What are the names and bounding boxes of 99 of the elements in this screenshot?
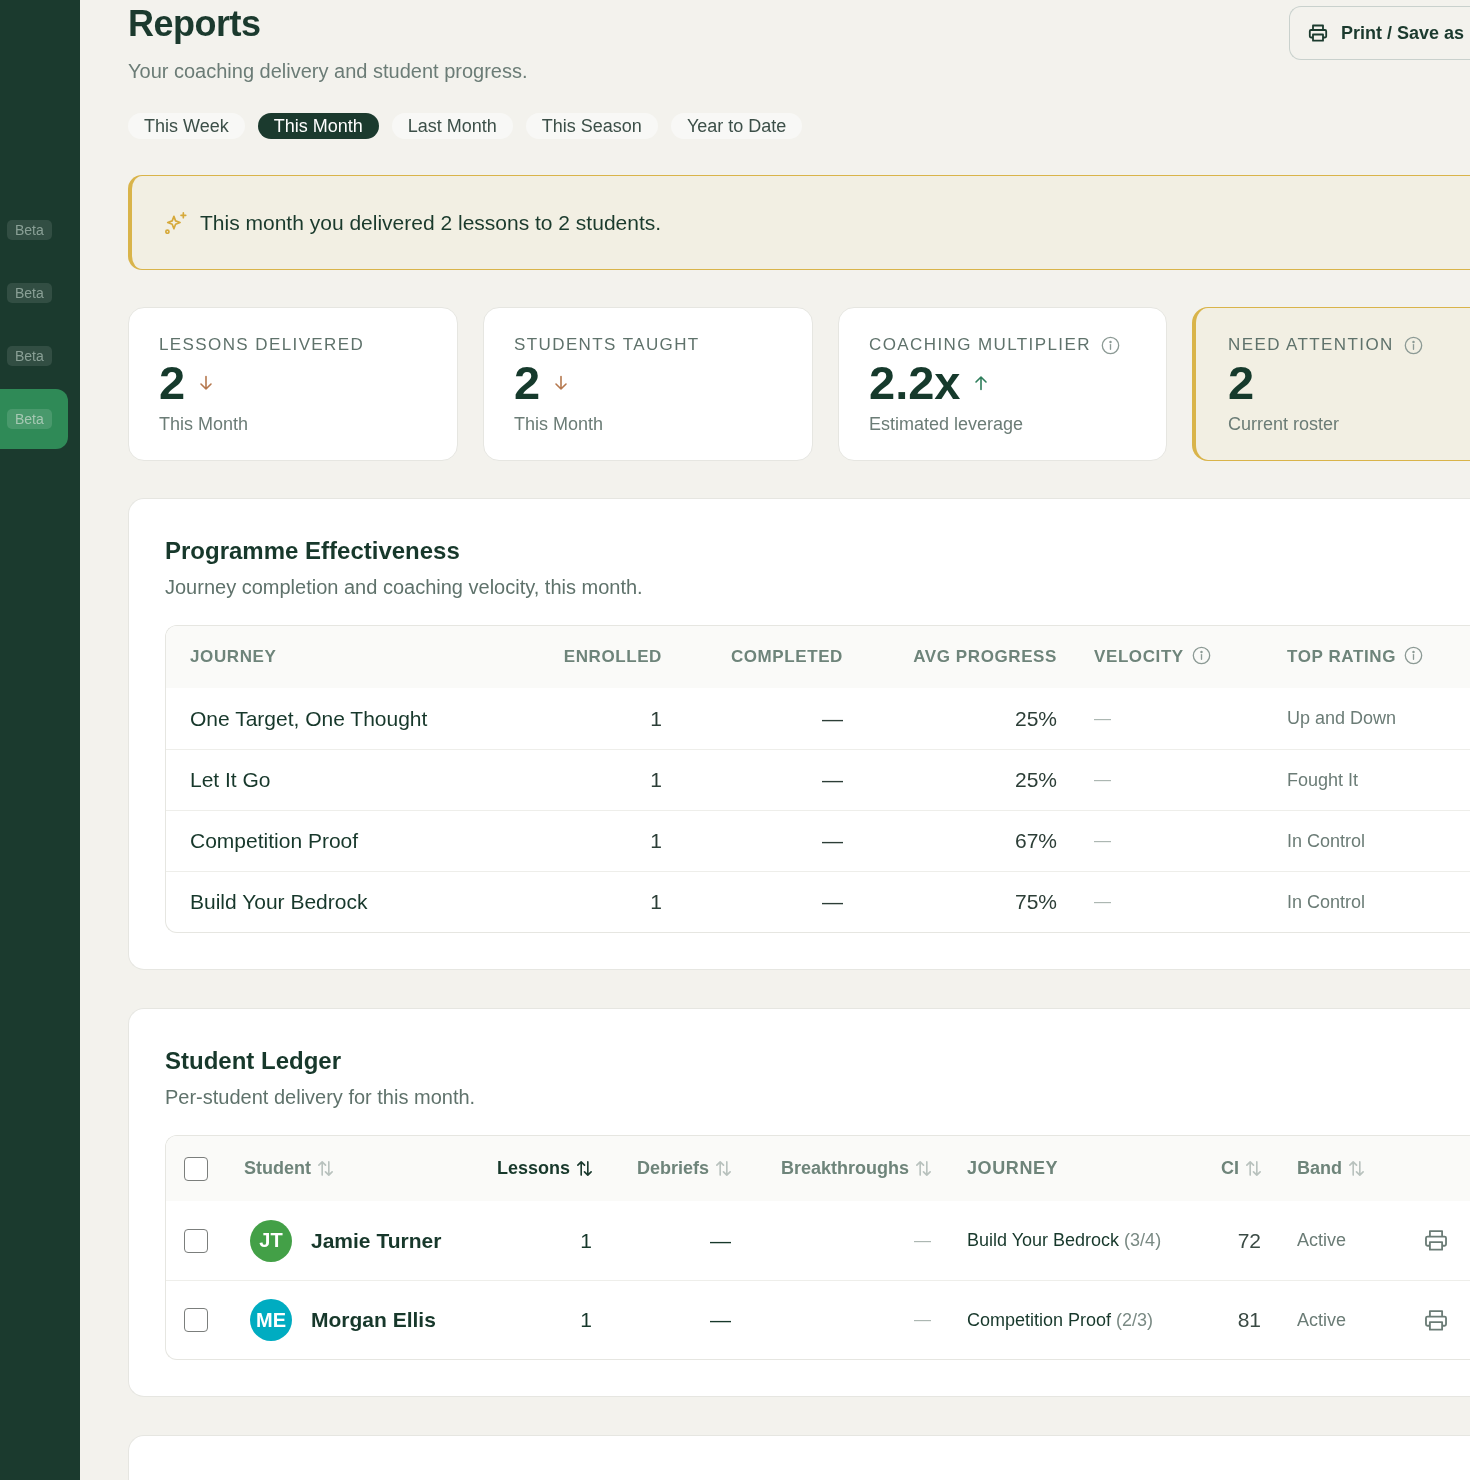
stat-caption: This Month — [514, 413, 604, 435]
printer-icon — [1307, 23, 1328, 43]
table-cell: 1 — [650, 829, 662, 853]
sort-header[interactable]: Debriefs — [636, 1158, 731, 1179]
table-cell: — — [822, 706, 843, 731]
checkbox[interactable] — [184, 1156, 208, 1181]
sort-icon — [318, 1161, 333, 1176]
beta-badge: Beta — [7, 220, 52, 240]
column-header: VELOCITY — [1094, 647, 1184, 667]
info-icon[interactable] — [1191, 645, 1211, 665]
table-cell: — — [914, 1310, 931, 1330]
table-cell: In Control — [1287, 891, 1366, 913]
period-tab[interactable]: Year to Date — [670, 113, 803, 139]
table-cell: — — [710, 1308, 731, 1332]
period-tab[interactable]: This Season — [525, 113, 658, 139]
student-name[interactable]: Jamie Turner — [311, 1228, 442, 1253]
sort-icon — [577, 1161, 592, 1176]
info-icon[interactable] — [1403, 645, 1423, 665]
sparkle-icon — [165, 211, 187, 234]
table-cell: 25% — [1014, 768, 1057, 792]
sort-icon — [1349, 1161, 1364, 1176]
stat-label: LESSONS DELIVERED — [159, 335, 365, 355]
table-cell: 81 — [1237, 1308, 1261, 1332]
table-cell: 1 — [650, 706, 662, 731]
sort-header[interactable]: Lessons — [496, 1158, 592, 1179]
info-icon[interactable] — [1100, 335, 1120, 355]
table-cell: 72 — [1237, 1228, 1261, 1253]
page-title: Reports — [128, 2, 262, 46]
period-tab[interactable]: This Month — [257, 113, 379, 139]
sort-icon — [1246, 1161, 1261, 1176]
table-cell: 1 — [650, 768, 662, 792]
print-button[interactable]: Print / Save as — [1288, 6, 1470, 60]
stat-value: 2 — [159, 358, 186, 408]
stat-label: COACHING MULTIPLIER — [869, 335, 1091, 355]
table-cell: 25% — [1014, 706, 1057, 731]
period-tab[interactable]: This Week — [128, 113, 245, 139]
table-cell: — — [1094, 831, 1111, 851]
table-cell: — — [822, 829, 843, 853]
column-header: JOURNEY — [967, 1158, 1059, 1179]
table-cell: — — [710, 1228, 731, 1253]
table-cell: Fought It — [1287, 769, 1359, 791]
table-cell: — — [1094, 708, 1111, 729]
beta-badge: Beta — [7, 409, 52, 429]
journey-text: Build Your Bedrock (3/4) — [967, 1230, 1162, 1251]
table-cell: Active — [1297, 1230, 1347, 1251]
avatar: JT — [250, 1219, 292, 1262]
column-header: COMPLETED — [730, 647, 843, 667]
stat-caption: Current roster — [1228, 413, 1340, 435]
sort-header[interactable]: Breakthroughs — [780, 1158, 931, 1179]
table-cell: — — [1094, 892, 1111, 912]
table-cell: Up and Down — [1287, 708, 1397, 729]
stat-value: 2 — [1228, 358, 1255, 408]
checkbox[interactable] — [184, 1308, 208, 1332]
table-cell: — — [822, 768, 843, 792]
sort-icon — [916, 1161, 931, 1176]
sort-icon — [716, 1161, 731, 1176]
stat-label: NEED ATTENTION — [1228, 335, 1394, 355]
page-subtitle: Your coaching delivery and student progress. — [128, 59, 528, 84]
avatar: ME — [250, 1299, 292, 1341]
stat-label: STUDENTS TAUGHT — [514, 335, 700, 355]
checkbox[interactable] — [184, 1228, 208, 1253]
journey-name: One Target, One Thought — [190, 706, 428, 731]
table-cell: 67% — [1014, 829, 1057, 853]
journey-name: Competition Proof — [190, 829, 359, 853]
table-cell: — — [1094, 770, 1111, 790]
table-cell: In Control — [1287, 830, 1366, 852]
section-subtitle: Journey completion and coaching velocity, this month. — [165, 575, 644, 600]
stat-caption: This Month — [159, 413, 249, 435]
beta-badge: Beta — [7, 346, 52, 366]
section-title: Programme Effectiveness — [165, 536, 461, 566]
info-icon[interactable] — [1403, 335, 1423, 355]
table-cell: Active — [1297, 1309, 1347, 1331]
printer-icon[interactable] — [1425, 1309, 1447, 1331]
section-title: Student Ledger — [165, 1046, 342, 1076]
student-name[interactable]: Morgan Ellis — [311, 1308, 436, 1332]
column-header: ENROLLED — [563, 647, 662, 667]
journey-name: Let It Go — [190, 768, 271, 792]
stat-value: 2.2x — [869, 358, 961, 408]
journey-name: Build Your Bedrock — [190, 890, 368, 914]
column-header: JOURNEY — [190, 647, 277, 667]
printer-icon[interactable] — [1425, 1230, 1447, 1251]
summary-text: This month you delivered 2 lessons to 2 students. — [200, 210, 662, 235]
sort-header[interactable]: CI — [1221, 1158, 1261, 1179]
table-cell: 1 — [580, 1308, 592, 1332]
table-cell: — — [822, 890, 843, 914]
column-header: AVG PROGRESS — [913, 647, 1057, 667]
table-cell: 1 — [650, 890, 662, 914]
sort-header[interactable]: Student — [244, 1158, 333, 1179]
column-header: TOP RATING — [1287, 647, 1396, 667]
table-cell: — — [914, 1230, 931, 1251]
table-cell: 75% — [1014, 890, 1057, 914]
journey-text: Competition Proof (2/3) — [967, 1309, 1154, 1331]
table-cell: 1 — [580, 1228, 592, 1253]
stat-value: 2 — [514, 358, 541, 408]
sort-header[interactable]: Band — [1297, 1158, 1364, 1179]
stat-caption: Estimated leverage — [869, 413, 1024, 435]
period-tab[interactable]: Last Month — [391, 113, 513, 139]
beta-badge: Beta — [7, 283, 52, 303]
section-subtitle: Per-student delivery for this month. — [165, 1085, 477, 1110]
